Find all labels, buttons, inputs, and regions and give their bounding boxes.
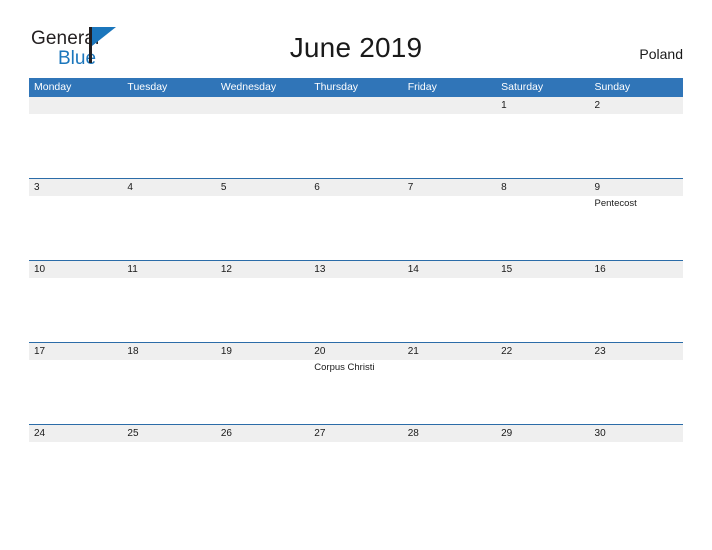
day-number: 18: [122, 343, 216, 360]
calendar-day-cell[interactable]: 4: [122, 179, 216, 260]
calendar-week-row: 24 25 26 27 28 29 30: [29, 424, 683, 506]
day-number: 26: [215, 425, 310, 442]
calendar-day-cell[interactable]: 13: [309, 261, 403, 342]
day-number: 22: [496, 343, 590, 360]
holiday-event: Pentecost: [594, 198, 637, 209]
calendar-day-cell[interactable]: 20 Corpus Christi: [309, 343, 403, 424]
day-number: [402, 97, 497, 114]
weekday-header-sunday: Sunday: [594, 81, 631, 93]
calendar-day-cell[interactable]: 7: [402, 179, 497, 260]
calendar-day-cell-empty[interactable]: [122, 97, 216, 178]
day-number: 2: [589, 97, 683, 114]
calendar-day-cell[interactable]: 11: [122, 261, 216, 342]
calendar-grid: Monday Tuesday Wednesday Thursday Friday Satu…: [29, 78, 683, 506]
day-events: Corpus Christi: [309, 360, 402, 374]
calendar-week-row: 17 18 19 20 Corpus Christi 21 22 23: [29, 342, 683, 424]
day-number: 12: [215, 261, 310, 278]
calendar-day-cell[interactable]: 24: [29, 425, 123, 506]
day-number: 25: [122, 425, 216, 442]
calendar-day-cell-empty[interactable]: [402, 97, 497, 178]
calendar-day-cell[interactable]: 8: [496, 179, 590, 260]
calendar-day-cell[interactable]: 5: [215, 179, 310, 260]
day-number: [122, 97, 216, 114]
calendar-day-cell-empty[interactable]: [29, 97, 123, 178]
calendar-day-cell[interactable]: 1: [496, 97, 590, 178]
calendar-day-cell-empty[interactable]: [215, 97, 310, 178]
day-number: 30: [589, 425, 683, 442]
calendar-day-cell[interactable]: 17: [29, 343, 123, 424]
weekday-header-wednesday: Wednesday: [220, 81, 277, 93]
holiday-event: Corpus Christi: [314, 362, 375, 373]
calendar-day-cell[interactable]: 30: [589, 425, 683, 506]
calendar-day-cell[interactable]: 27: [309, 425, 403, 506]
calendar-day-cell[interactable]: 10: [29, 261, 123, 342]
weekday-header-friday: Friday: [407, 81, 437, 93]
day-number: 5: [215, 179, 310, 196]
weekday-header-saturday: Saturday: [501, 81, 544, 93]
calendar-day-cell[interactable]: 6: [309, 179, 403, 260]
calendar-day-cell[interactable]: 16: [589, 261, 683, 342]
day-number: 29: [496, 425, 590, 442]
day-number: 11: [122, 261, 216, 278]
day-number: 24: [29, 425, 123, 442]
calendar-week-row: 10 11 12 13 14 15 16: [29, 260, 683, 342]
day-number: [309, 97, 403, 114]
calendar-day-cell[interactable]: 25: [122, 425, 216, 506]
day-events: Pentecost: [590, 196, 683, 210]
calendar-weeks: 1 2 3 4 5 6 7 8 9 Pentecost 10 11 12 13 14 15 16 17 18 19 20…: [29, 97, 683, 506]
day-number: 7: [402, 179, 497, 196]
day-number: 6: [309, 179, 403, 196]
calendar-day-cell[interactable]: 29: [496, 425, 590, 506]
day-number: 15: [496, 261, 590, 278]
day-number: [215, 97, 310, 114]
day-number: 23: [589, 343, 683, 360]
day-number: 17: [29, 343, 123, 360]
day-number: 3: [29, 179, 123, 196]
day-number: 1: [496, 97, 590, 114]
calendar-day-cell[interactable]: 28: [402, 425, 497, 506]
calendar-day-cell[interactable]: 22: [496, 343, 590, 424]
day-number: 8: [496, 179, 590, 196]
calendar-day-cell[interactable]: 9 Pentecost: [589, 179, 683, 260]
calendar-day-cell[interactable]: 12: [215, 261, 310, 342]
calendar-day-cell[interactable]: 19: [215, 343, 310, 424]
calendar-page: General Blue June 2019 Poland Monday Tues…: [0, 0, 712, 550]
day-number: 19: [215, 343, 310, 360]
day-number: 16: [589, 261, 683, 278]
weekday-header-row: Monday Tuesday Wednesday Thursday Friday Satu…: [29, 78, 683, 97]
calendar-week-row: 12: [29, 97, 683, 178]
calendar-day-cell[interactable]: 26: [215, 425, 310, 506]
calendar-day-cell[interactable]: 3: [29, 179, 123, 260]
day-number: 13: [309, 261, 403, 278]
day-number: 27: [309, 425, 403, 442]
day-number: 4: [122, 179, 216, 196]
day-number: 10: [29, 261, 123, 278]
calendar-day-cell[interactable]: 14: [402, 261, 497, 342]
calendar-day-cell[interactable]: 21: [402, 343, 497, 424]
page-title: June 2019: [289, 32, 423, 63]
day-number: 14: [402, 261, 497, 278]
day-number: 21: [402, 343, 497, 360]
weekday-header-thursday: Thursday: [314, 81, 359, 93]
calendar-day-cell[interactable]: 18: [122, 343, 216, 424]
day-number: 20: [309, 343, 403, 360]
region-label: Poland: [639, 46, 683, 62]
calendar-day-cell-empty[interactable]: [309, 97, 403, 178]
calendar-day-cell[interactable]: 15: [496, 261, 590, 342]
weekday-header-monday: Monday: [34, 81, 72, 93]
calendar-day-cell[interactable]: 23: [589, 343, 683, 424]
day-number: [29, 97, 123, 114]
calendar-week-row: 3 4 5 6 7 8 9 Pentecost: [29, 178, 683, 260]
weekday-header-tuesday: Tuesday: [127, 81, 168, 93]
page-header: General Blue June 2019 Poland: [0, 0, 712, 78]
calendar-day-cell[interactable]: 2: [589, 97, 683, 178]
day-number: 28: [402, 425, 497, 442]
day-number: 9: [589, 179, 683, 196]
